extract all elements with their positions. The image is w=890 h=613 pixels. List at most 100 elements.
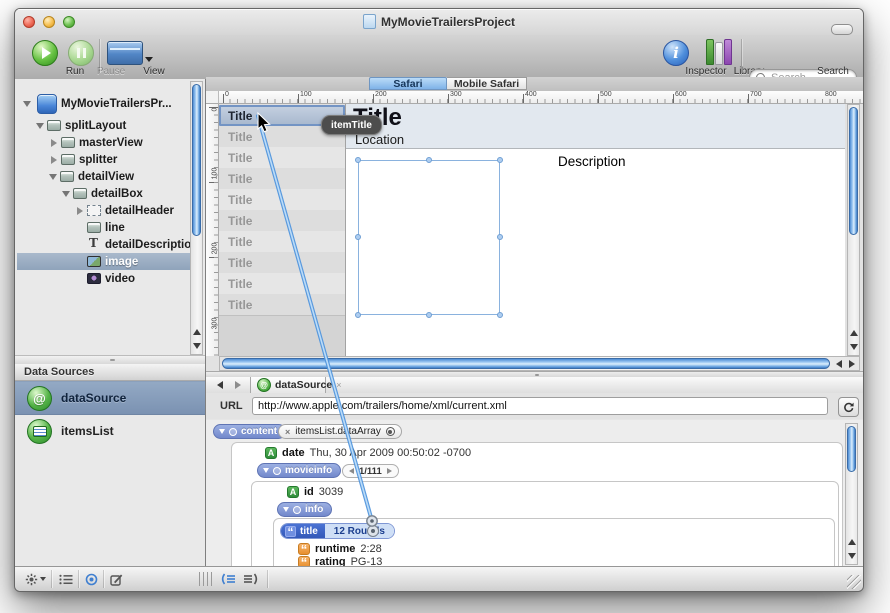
run-button[interactable] (32, 40, 58, 66)
tab-safari[interactable]: Safari (369, 77, 447, 90)
inspector-button[interactable] (663, 40, 689, 66)
data-source-item-dataSource[interactable]: dataSource (15, 381, 205, 415)
record-pager[interactable]: 1/111 (342, 464, 399, 478)
back-button[interactable] (212, 379, 228, 391)
edit-button[interactable] (110, 572, 123, 586)
sidebar-scrollbar[interactable] (190, 81, 203, 355)
scrollbar-thumb[interactable] (849, 107, 858, 235)
resize-handle[interactable] (355, 312, 361, 318)
list-view-button[interactable] (59, 572, 73, 586)
ruler-h-label: 500 (600, 91, 612, 98)
tree-item-detailDescription[interactable]: detailDescription (17, 236, 189, 253)
resize-handle[interactable] (497, 234, 503, 240)
tree-item-detailBox[interactable]: detailBox (17, 185, 189, 202)
list-row[interactable]: Title (219, 168, 345, 189)
disclosure-triangle[interactable] (62, 191, 70, 197)
tree-item-splitter[interactable]: splitter (17, 151, 189, 168)
next-record-icon[interactable] (387, 468, 392, 474)
resize-handle[interactable] (426, 312, 432, 318)
scroll-up-button[interactable] (846, 535, 857, 549)
master-list: TitleTitleTitleTitleTitleTitleTitleTitle… (219, 105, 345, 315)
resize-handle[interactable] (426, 157, 432, 163)
master-list-empty-area (219, 315, 345, 356)
connection-target-icon[interactable] (386, 427, 395, 436)
actions-gear-button[interactable] (25, 572, 46, 586)
resize-handle[interactable] (355, 157, 361, 163)
scroll-down-button[interactable] (848, 340, 859, 354)
image-placeholder[interactable] (358, 160, 500, 315)
tree-item-detailView[interactable]: detailView (17, 168, 189, 185)
scroll-up-button[interactable] (191, 325, 202, 339)
scroll-up-button[interactable] (848, 326, 859, 340)
disclosure-triangle[interactable] (77, 207, 83, 215)
ruler-v-label: 300 (212, 316, 219, 332)
resize-handle[interactable] (355, 234, 361, 240)
ruler-h-label: 200 (375, 91, 387, 98)
window-resize-grip[interactable] (847, 575, 861, 589)
list-row[interactable]: Title (219, 189, 345, 210)
refresh-button[interactable] (838, 397, 859, 417)
data-row-id: id 3039 (287, 486, 343, 498)
disclosure-triangle[interactable] (23, 101, 31, 107)
resize-handle[interactable] (497, 312, 503, 318)
list-row[interactable]: Title (219, 273, 345, 294)
tree-item-line[interactable]: line (17, 219, 189, 236)
view-button[interactable] (107, 41, 143, 65)
tree-item-project[interactable]: MyMovieTrailersPr... (17, 93, 189, 115)
record-mode-button[interactable] (85, 572, 98, 586)
list-row[interactable]: Title (219, 231, 345, 252)
data-source-item-itemsList[interactable]: itemsList (15, 415, 205, 447)
previous-record-icon[interactable] (349, 468, 354, 474)
disclosure-triangle[interactable] (219, 429, 225, 434)
list-row[interactable]: Title (219, 294, 345, 315)
node-movieinfo[interactable]: movieinfo (257, 463, 341, 478)
detail-description[interactable]: Description (558, 154, 626, 169)
project-label: MyMovieTrailersPr... (61, 98, 172, 110)
view-dropdown-caret[interactable] (145, 57, 153, 62)
data-source-tab[interactable]: dataSource × (250, 377, 326, 393)
list-row[interactable]: Title (219, 210, 345, 231)
node-label: content (241, 426, 277, 437)
disclosure-triangle[interactable] (283, 507, 289, 512)
tree-item-masterView[interactable]: masterView (17, 134, 189, 151)
scroll-down-button[interactable] (191, 339, 202, 353)
node-info[interactable]: info (277, 502, 332, 517)
data-panel-tabbar: dataSource × (206, 377, 863, 394)
expand-outline-button[interactable] (243, 572, 260, 586)
library-button[interactable] (706, 40, 732, 65)
pause-button[interactable] (68, 40, 94, 66)
disclosure-triangle[interactable] (49, 174, 57, 180)
binding-token[interactable]: × itemsList.dataArray (278, 424, 402, 439)
scrollbar-thumb[interactable] (847, 426, 856, 472)
collapse-outline-button[interactable] (219, 572, 236, 586)
forward-button[interactable] (230, 379, 246, 391)
scroll-right-button[interactable] (845, 357, 858, 370)
tree-item-label: splitter (79, 154, 117, 166)
tab-close-icon[interactable]: × (336, 380, 341, 390)
tree-item-splitLayout[interactable]: splitLayout (17, 117, 189, 134)
toolbar-toggle-button[interactable] (831, 24, 853, 35)
disclosure-triangle[interactable] (263, 468, 269, 473)
list-row[interactable]: Title (219, 252, 345, 273)
scroll-left-button[interactable] (832, 357, 845, 370)
disclosure-triangle[interactable] (51, 156, 57, 164)
data-panel-scrollbar[interactable] (845, 423, 858, 565)
tab-mobile-safari[interactable]: Mobile Safari (447, 77, 527, 90)
node-content[interactable]: content (213, 424, 286, 439)
url-input[interactable] (252, 397, 828, 415)
tree-item-image[interactable]: image (17, 253, 191, 270)
remove-binding-icon[interactable]: × (285, 427, 290, 437)
list-row[interactable]: Title (219, 147, 345, 168)
tree-item-video[interactable]: video (17, 270, 189, 287)
resize-handle[interactable] (497, 157, 503, 163)
binding-endpoint-icon[interactable] (367, 525, 379, 537)
disclosure-triangle[interactable] (36, 123, 44, 129)
panel-drag-grip[interactable] (199, 572, 213, 586)
scroll-down-button[interactable] (846, 549, 857, 563)
canvas-horizontal-scrollbar[interactable] (219, 356, 860, 371)
scrollbar-thumb[interactable] (222, 358, 830, 369)
scrollbar-thumb[interactable] (192, 84, 201, 236)
tree-item-detailHeader[interactable]: detailHeader (17, 202, 189, 219)
canvas-vertical-scrollbar[interactable] (847, 104, 860, 356)
disclosure-triangle[interactable] (51, 139, 57, 147)
